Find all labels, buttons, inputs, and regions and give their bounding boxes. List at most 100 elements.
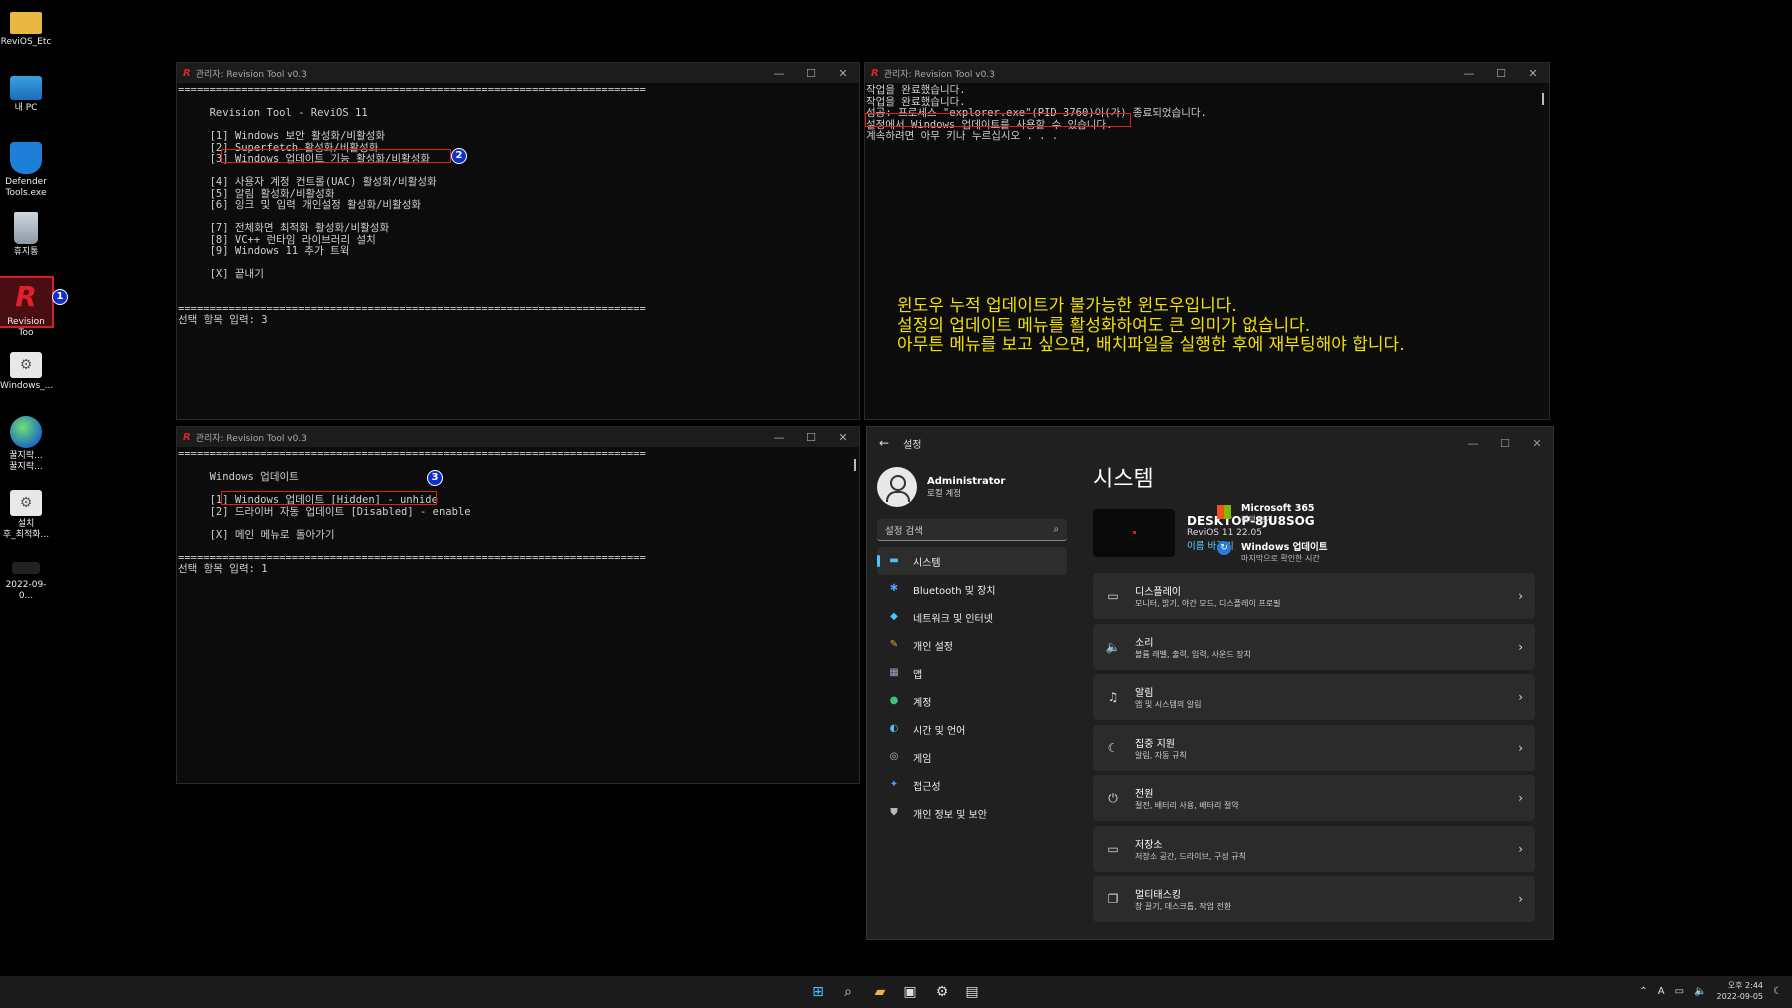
console-output: ========================================… xyxy=(177,447,859,578)
card-title: 알림 xyxy=(1135,688,1154,699)
close-icon[interactable]: ✕ xyxy=(1521,437,1553,450)
console-window-log[interactable]: R 관리자: Revision Tool v0.3 — ☐ ✕ 작업을 완료했습… xyxy=(864,62,1550,420)
sidebar-item[interactable]: ✱ Bluetooth 및 장치 xyxy=(877,575,1067,603)
shield-icon: ⛊ xyxy=(890,807,898,818)
desktop-icon-defender-tools[interactable]: Defender Tools.exe xyxy=(0,142,52,199)
title-bar[interactable]: ← 설정 — ☐ ✕ xyxy=(867,427,1553,459)
desktop-icon-windows-file[interactable]: ⚙ Windows_... xyxy=(0,352,53,392)
settings-card[interactable]: 🔈 소리 볼륨 레벨, 출력, 입력, 사운드 장치 › xyxy=(1093,623,1535,670)
console-output: ========================================… xyxy=(177,83,859,329)
file-explorer-icon[interactable]: ▰ xyxy=(870,982,890,1002)
close-icon[interactable]: ✕ xyxy=(827,67,859,80)
scrollbar-thumb[interactable] xyxy=(854,459,856,471)
screenshot-icon xyxy=(12,562,40,574)
maximize-icon[interactable]: ☐ xyxy=(1489,437,1521,450)
speaker-icon: 🔈 xyxy=(1105,639,1121,654)
network-icon[interactable]: ▭ xyxy=(1675,986,1684,997)
console-line: [6] 잉크 및 입력 개인설정 활성화/비활성화 xyxy=(178,199,422,211)
sidebar-item[interactable]: ◆ 네트워크 및 인터넷 xyxy=(877,603,1067,631)
desktop-icon-screenshot[interactable]: 2022-09-0... xyxy=(0,562,52,602)
volume-icon[interactable]: 🔈 xyxy=(1694,986,1706,997)
sidebar-item[interactable]: ✎ 개인 설정 xyxy=(877,631,1067,659)
desktop-icon-optimize-settings[interactable]: ⚙ 설치 후_최적화... xyxy=(0,490,52,541)
sidebar-item[interactable]: ⛊ 개인 정보 및 보안 xyxy=(877,799,1067,827)
revision-tool-icon: R xyxy=(15,280,37,313)
apps-icon: ▦ xyxy=(889,667,899,678)
store-icon[interactable]: ▣ xyxy=(900,982,920,1002)
settings-card[interactable]: ☾ 집중 지원 알림, 자동 규칙 › xyxy=(1093,724,1535,771)
card-subtitle: 저장소 공간, 드라이브, 구성 규칙 xyxy=(1135,851,1246,861)
moon-icon: ☾ xyxy=(1107,740,1119,755)
console-line: [7] 전체화면 최적화 활성화/비활성화 xyxy=(178,222,390,234)
sidebar-item[interactable]: ▬ 시스템 xyxy=(877,547,1067,575)
card-subtitle: 창 끌기, 데스크톱, 작업 전환 xyxy=(1135,902,1232,911)
account-icon: ● xyxy=(889,695,899,706)
chevron-right-icon: › xyxy=(1518,841,1523,856)
search-input[interactable]: 설정 검색 ⌕ xyxy=(877,519,1067,541)
windows-update-link[interactable]: ↻ Windows 업데이트 마지막으로 확인한 시간 xyxy=(1217,539,1357,564)
terminal-icon[interactable]: ▤ xyxy=(962,982,982,1002)
desktop-icon-revision-tool[interactable]: R Revision Too xyxy=(0,276,54,338)
console-window-update-menu[interactable]: R 관리자: Revision Tool v0.3 — ☐ ✕ ========… xyxy=(176,426,860,784)
maximize-icon[interactable]: ☐ xyxy=(1485,67,1517,80)
minimize-icon[interactable]: — xyxy=(1453,67,1485,80)
sidebar-item[interactable]: ✦ 접근성 xyxy=(877,771,1067,799)
maximize-icon[interactable]: ☐ xyxy=(795,67,827,80)
page-title: 시스템 xyxy=(1093,467,1154,492)
title-bar[interactable]: R 관리자: Revision Tool v0.3 — ☐ ✕ xyxy=(177,427,859,447)
console-window-main-menu[interactable]: R 관리자: Revision Tool v0.3 — ☐ ✕ ========… xyxy=(176,62,860,420)
card-title: 디스플레이 xyxy=(1135,587,1181,598)
sidebar-item[interactable]: ◎ 게임 xyxy=(877,743,1067,771)
chevron-right-icon: › xyxy=(1518,639,1523,654)
desktop-icon-globe-link[interactable]: 꿀지락... 꿀지락... xyxy=(0,416,52,473)
revision-logo-icon: R xyxy=(183,67,191,79)
card-subtitle: 모니터, 밝기, 야간 모드, 디스플레이 프로필 xyxy=(1135,599,1281,608)
storage-icon: ▭ xyxy=(1107,841,1119,856)
chevron-right-icon: › xyxy=(1518,791,1523,805)
desktop-thumbnail xyxy=(1093,509,1175,557)
card-subtitle: 알림, 자동 규칙 xyxy=(1135,750,1187,760)
recycle-bin-icon xyxy=(14,212,38,244)
sidebar-item-label: 시간 및 언어 xyxy=(913,725,966,737)
settings-window[interactable]: ← 설정 — ☐ ✕ Administrator 로컬 계정 설정 검색 ⌕ ▬… xyxy=(866,426,1554,940)
minimize-icon[interactable]: — xyxy=(763,67,795,80)
settings-card[interactable]: ▭ 저장소 저장소 공간, 드라이브, 구성 규칙 › xyxy=(1093,825,1535,872)
maximize-icon[interactable]: ☐ xyxy=(795,431,827,444)
settings-card[interactable]: ▭ 디스플레이 모니터, 밝기, 야간 모드, 디스플레이 프로필 › xyxy=(1093,573,1535,619)
display-icon: ▭ xyxy=(1107,589,1119,603)
settings-gear-icon[interactable]: ⚙ xyxy=(932,982,952,1002)
back-arrow-icon[interactable]: ← xyxy=(879,436,889,450)
sidebar-item[interactable]: ◐ 시간 및 언어 xyxy=(877,715,1067,743)
sidebar-item[interactable]: ● 계정 xyxy=(877,687,1067,715)
desktop-icon-recycle-bin[interactable]: 휴지통 xyxy=(0,212,52,258)
title-bar[interactable]: R 관리자: Revision Tool v0.3 — ☐ ✕ xyxy=(177,63,859,83)
desktop-icon-my-pc[interactable]: 내 PC xyxy=(0,76,52,114)
desktop-icon-revios-etc[interactable]: ReviOS_Etc xyxy=(0,8,52,48)
sidebar-item[interactable]: ▦ 앱 xyxy=(877,659,1067,687)
console-line: ========================================… xyxy=(178,448,646,460)
close-icon[interactable]: ✕ xyxy=(1517,67,1549,80)
title-bar[interactable]: R 관리자: Revision Tool v0.3 — ☐ ✕ xyxy=(865,63,1549,83)
input-language[interactable]: A xyxy=(1658,986,1665,997)
clock[interactable]: 오후 2:44 2022-09-05 xyxy=(1717,980,1764,1002)
console-line: Windows 업데이트 xyxy=(178,471,299,483)
scrollbar-thumb[interactable] xyxy=(1542,93,1544,105)
minimize-icon[interactable]: — xyxy=(763,431,795,444)
highlight-update-available xyxy=(865,113,1131,127)
search-icon[interactable]: ⌕ xyxy=(838,982,858,1002)
close-icon[interactable]: ✕ xyxy=(827,431,859,444)
chevron-right-icon: › xyxy=(1518,589,1523,603)
settings-card[interactable]: ♫ 알림 앱 및 시스템의 알림 › xyxy=(1093,674,1535,720)
minimize-icon[interactable]: — xyxy=(1457,437,1489,450)
settings-card[interactable]: ⏻ 전원 절전, 배터리 사용, 배터리 절약 › xyxy=(1093,775,1535,821)
settings-card[interactable]: ❐ 멀티태스킹 창 끌기, 데스크톱, 작업 전환 › xyxy=(1093,876,1535,922)
revision-logo-icon: R xyxy=(183,431,191,443)
shield-icon xyxy=(10,142,42,174)
chevron-up-icon[interactable]: ⌃ xyxy=(1639,986,1647,997)
notification-icon[interactable]: ☾ xyxy=(1773,986,1782,997)
profile[interactable]: Administrator 로컬 계정 xyxy=(877,467,1067,507)
bell-icon: ♫ xyxy=(1107,690,1119,704)
microsoft-365-link[interactable]: Microsoft 365 혜택 보기 xyxy=(1217,503,1357,525)
start-icon[interactable]: ⊞ xyxy=(808,982,828,1002)
